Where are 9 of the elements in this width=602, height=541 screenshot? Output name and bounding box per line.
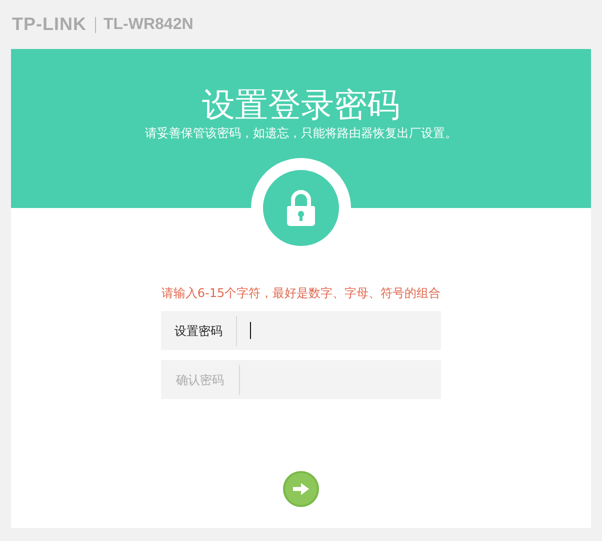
- padlock-icon: [286, 189, 316, 227]
- model-name: TL-WR842N: [104, 16, 194, 34]
- password-field[interactable]: 设置密码: [161, 311, 441, 350]
- next-button[interactable]: [283, 471, 319, 507]
- page-title: 设置登录密码: [202, 85, 400, 125]
- banner-subtitle: 请妥善保管该密码，如遗忘，只能将路由器恢复出厂设置。: [145, 125, 457, 142]
- arrow-right-icon: [292, 482, 310, 496]
- brand-logo: TP-LINK: [12, 14, 86, 35]
- password-hint: 请输入6-15个字符，最好是数字、字母、符号的组合: [161, 285, 441, 301]
